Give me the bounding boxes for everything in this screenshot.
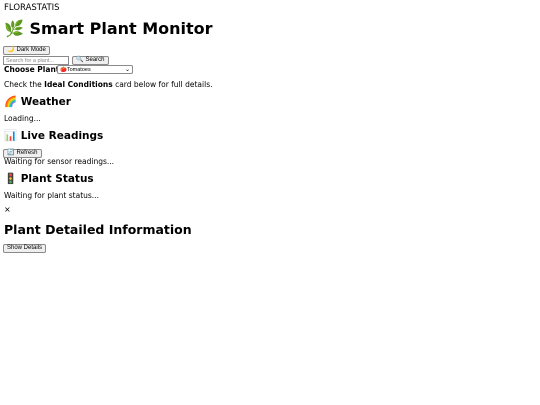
intro-after: card below for full details. (112, 80, 213, 89)
tomato-icon: 🍅 (60, 66, 67, 73)
show-details-label: Show Details (7, 245, 43, 251)
intro-strong: Ideal Conditions (44, 80, 113, 89)
weather-heading: 🌈 Weather (4, 95, 71, 109)
show-details-button[interactable]: Show Details (3, 244, 47, 253)
plant-status-text: Waiting for plant status... (4, 191, 99, 200)
page-title: 🌿 Smart Plant Monitor (4, 19, 213, 39)
page: FLORASTATIS 🌿 Smart Plant Monitor 🌙 Dark… (0, 0, 540, 405)
live-readings-heading: 📊 Live Readings (4, 129, 103, 143)
dark-mode-label: Dark Mode (16, 47, 46, 53)
chevron-down-icon: ⌄ (124, 66, 130, 73)
page-title-text: Smart Plant Monitor (29, 19, 213, 38)
close-icon[interactable]: × (4, 205, 11, 214)
plant-select[interactable]: 🍅 Tomatoes ⌄ (57, 65, 133, 74)
search-button-label: Search (85, 57, 105, 63)
refresh-label: Refresh (16, 150, 38, 156)
traffic-light-icon: 🚦 (4, 173, 18, 185)
dark-mode-button[interactable]: 🌙 Dark Mode (3, 46, 50, 55)
plant-status-heading: 🚦 Plant Status (4, 172, 94, 186)
rainbow-icon: 🌈 (4, 96, 18, 108)
intro-text: Check the Ideal Conditions card below fo… (4, 80, 212, 90)
live-readings-title: Live Readings (20, 130, 104, 142)
plant-status-title: Plant Status (20, 173, 94, 185)
weather-title: Weather (20, 96, 71, 108)
brand-text: FLORASTATIS (4, 3, 60, 13)
refresh-icon: 🔄 (7, 150, 15, 156)
search-button[interactable]: 🔍 Search (72, 56, 109, 65)
bar-chart-icon: 📊 (4, 130, 18, 142)
intro-before: Check the (4, 80, 45, 89)
search-input[interactable] (3, 56, 69, 65)
leaf-icon: 🌿 (4, 19, 24, 38)
plant-select-label: Choose Plant: (4, 65, 63, 74)
live-readings-status: Waiting for sensor readings... (4, 157, 115, 166)
search-icon: 🔍 (76, 57, 84, 63)
plant-select-value: Tomatoes (66, 66, 91, 73)
moon-icon: 🌙 (7, 47, 15, 53)
weather-status: Loading... (4, 114, 41, 123)
details-heading: Plant Detailed Information (4, 222, 192, 237)
